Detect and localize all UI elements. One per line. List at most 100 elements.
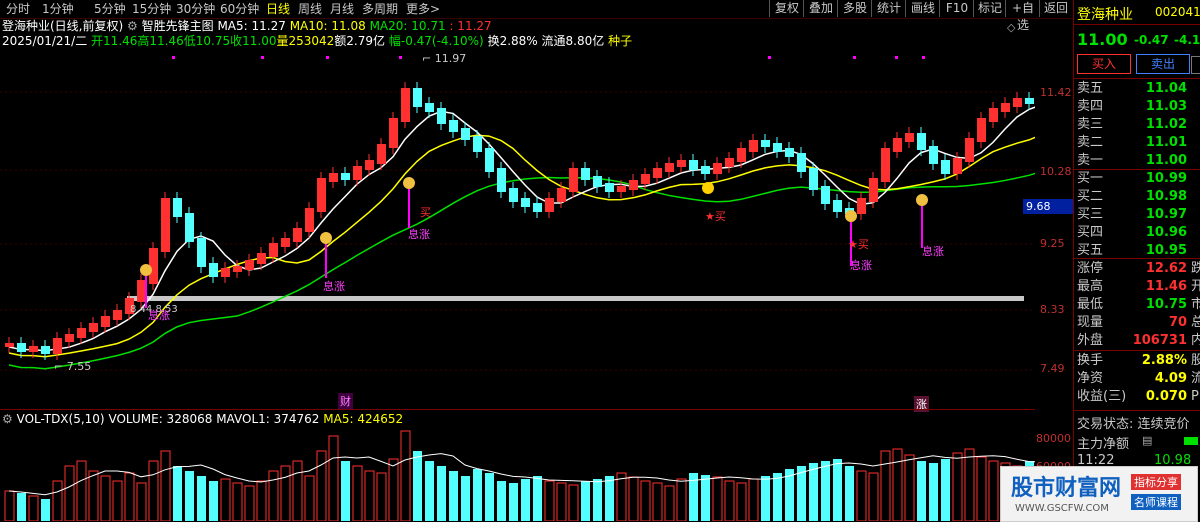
volume-bar xyxy=(28,495,39,521)
volume-header: ⚙ VOL-TDX(5,10) VOLUME: 328068 MAVOL1: 3… xyxy=(2,412,403,426)
candle-body xyxy=(53,338,62,354)
back-button[interactable]: 返回 xyxy=(1039,0,1072,17)
settings-icon[interactable]: ⚙ xyxy=(2,412,13,426)
volume-bar xyxy=(568,484,579,521)
candle-body xyxy=(401,88,410,122)
candle-body xyxy=(869,178,878,202)
candle-body xyxy=(557,188,566,202)
candlestick-chart[interactable] xyxy=(0,48,1035,408)
expand-icon[interactable]: ◇ xyxy=(1007,21,1015,34)
tab-monthly[interactable]: 月线 xyxy=(330,1,354,17)
ma5-value: MA5: 11.27 xyxy=(217,19,286,33)
sell-button[interactable]: 卖出 xyxy=(1136,54,1190,74)
tab-15min[interactable]: 15分钟 xyxy=(132,1,171,17)
coin-icon[interactable] xyxy=(140,264,152,276)
volume-indicator-name[interactable]: VOL-TDX(5,10) xyxy=(17,412,105,426)
coin-icon[interactable] xyxy=(916,194,928,206)
candle-body xyxy=(593,176,602,187)
candle-body xyxy=(761,140,770,147)
quote-row-label: 卖二 xyxy=(1077,135,1104,150)
coin-icon[interactable] xyxy=(320,232,332,244)
volume-bar xyxy=(256,480,267,521)
buy-button[interactable]: 买入 xyxy=(1077,54,1131,74)
volume-bar xyxy=(809,463,818,521)
event-cai-badge[interactable]: 财 xyxy=(338,393,353,409)
quote-row: 买三 10.97 xyxy=(1074,206,1200,224)
candle-body xyxy=(941,160,950,174)
candle-body xyxy=(521,198,530,207)
volume-bar xyxy=(856,470,867,521)
volume-bar xyxy=(701,475,710,521)
overlay-button[interactable]: 叠加 xyxy=(803,0,838,17)
candle-body xyxy=(245,260,254,270)
quote-row-label: 涨停 xyxy=(1077,261,1104,276)
quote-row-label: 收益(三) xyxy=(1077,389,1127,404)
volume-bar xyxy=(76,460,87,521)
quote-panel: 登海种业 002041 11.00 -0.47 -4.10 买入 卖出 卖五 11… xyxy=(1073,0,1200,521)
quote-row: 最高 11.46 开 xyxy=(1074,278,1200,296)
volume-bar xyxy=(892,448,903,521)
candle-body xyxy=(89,323,98,332)
candle-body xyxy=(41,346,50,354)
tab-multi-period[interactable]: 多周期 xyxy=(362,1,398,17)
volume-bar xyxy=(917,461,926,521)
candle-body xyxy=(653,168,662,178)
quote-row-value: 11.00 xyxy=(1145,153,1187,168)
watermark-tag: 名师课程 xyxy=(1131,494,1181,510)
mark-button[interactable]: 标记 xyxy=(973,0,1006,17)
volume-bar xyxy=(244,485,255,521)
restore-rights-button[interactable]: 复权 xyxy=(769,0,804,17)
volume-bar xyxy=(929,463,938,521)
settings-icon[interactable]: ⚙ xyxy=(127,19,138,33)
add-watchlist-button[interactable]: +自选 xyxy=(1005,0,1040,32)
indicator-name[interactable]: 智胜先锋主图 xyxy=(142,19,214,33)
volume-bar xyxy=(521,479,530,521)
candle-body xyxy=(809,168,818,190)
volume-bar xyxy=(833,459,842,521)
volume-bar xyxy=(497,481,506,521)
bar-detail: 2025/01/21/二 开11.46高11.46低10.75收11.00量25… xyxy=(2,34,632,48)
volume-bar xyxy=(797,466,806,521)
ma20-line xyxy=(8,172,1035,370)
tab-1min[interactable]: 1分钟 xyxy=(42,1,74,17)
quote-row-label: 买二 xyxy=(1077,189,1104,204)
quote-row-value: 10.75 xyxy=(1145,297,1187,312)
coin-icon[interactable] xyxy=(403,177,415,189)
quote-row-label: 买四 xyxy=(1077,225,1104,240)
quote-row-label: 卖三 xyxy=(1077,117,1104,132)
quote-row-label: 买三 xyxy=(1077,207,1104,222)
expand-panel-icon[interactable] xyxy=(1191,56,1200,74)
tab-daily[interactable]: 日线 xyxy=(266,1,290,17)
tab-fenshi[interactable]: 分时 xyxy=(6,1,30,17)
horizontal-line-drawing[interactable] xyxy=(127,296,1024,301)
coin-icon[interactable] xyxy=(845,210,857,222)
volume-bar xyxy=(533,476,542,521)
f10-button[interactable]: F10 xyxy=(939,0,974,17)
volume-bar xyxy=(461,476,470,521)
candle-body xyxy=(449,120,458,132)
quote-row-value: 12.62 xyxy=(1145,261,1187,276)
signal-dot xyxy=(261,56,264,59)
quote-row-label: 最高 xyxy=(1077,279,1104,294)
draw-line-button[interactable]: 画线 xyxy=(905,0,940,17)
quote-row-label: 外盘 xyxy=(1077,333,1104,348)
tab-5min[interactable]: 5分钟 xyxy=(94,1,126,17)
tab-60min[interactable]: 60分钟 xyxy=(220,1,259,17)
tab-more[interactable]: 更多> xyxy=(406,1,440,17)
multi-stock-button[interactable]: 多股 xyxy=(837,0,872,17)
candle-body xyxy=(605,183,614,192)
bar-close: 收11.00 xyxy=(230,34,277,48)
star-buy-label: ★买 xyxy=(848,238,869,251)
tab-30min[interactable]: 30分钟 xyxy=(176,1,215,17)
volume-bar xyxy=(376,472,387,521)
table-icon[interactable]: ▤ xyxy=(1142,434,1152,447)
volume-chart[interactable] xyxy=(0,428,1035,521)
candle-body xyxy=(1001,103,1010,112)
stats-button[interactable]: 统计 xyxy=(871,0,906,17)
smiley-icon[interactable] xyxy=(702,182,714,194)
volume-bar xyxy=(316,450,327,521)
quote-row: 换手 2.88% 股 xyxy=(1074,352,1200,370)
volume-bar xyxy=(473,469,482,521)
tab-weekly[interactable]: 周线 xyxy=(298,1,322,17)
bar-turnover: 换2.88% xyxy=(487,34,538,48)
